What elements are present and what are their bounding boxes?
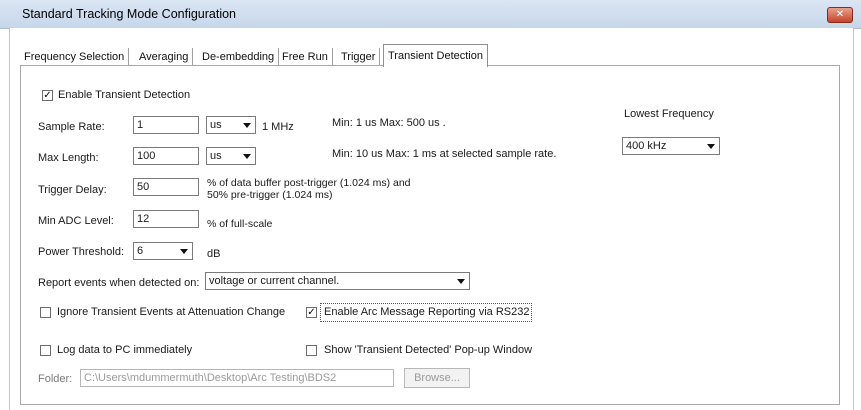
tab-frequency-selection[interactable]: Frequency Selection xyxy=(20,48,130,66)
tab-label: Transient Detection xyxy=(388,50,483,62)
select-value: us xyxy=(210,150,222,162)
enable-transient-label: Enable Transient Detection xyxy=(58,89,191,101)
max-length-range-note: Min: 10 us Max: 1 ms at selected sample … xyxy=(332,148,557,160)
tab-de-embedding[interactable]: De-embedding xyxy=(198,48,280,66)
sample-rate-unit-select[interactable]: us xyxy=(206,116,256,134)
max-length-label: Max Length: xyxy=(38,152,99,164)
select-value: us xyxy=(210,119,222,131)
check-mark-icon: ✓ xyxy=(307,307,316,318)
sample-rate-label: Sample Rate: xyxy=(38,121,105,133)
chevron-down-icon xyxy=(243,123,251,128)
select-value: 400 kHz xyxy=(626,140,667,152)
close-icon: ✕ xyxy=(835,9,845,20)
lowest-frequency-select[interactable]: 400 kHz xyxy=(622,137,720,155)
tab-averaging[interactable]: Averaging xyxy=(135,48,194,66)
trigger-delay-note-line2: 50% pre-trigger (1.024 ms) xyxy=(207,189,333,201)
tab-transient-detection[interactable]: Transient Detection xyxy=(383,44,488,67)
check-mark-icon: ✓ xyxy=(43,90,52,101)
folder-path-input[interactable]: C:\Users\mdummermuth\Desktop\Arc Testing… xyxy=(80,369,394,387)
log-data-checkbox[interactable] xyxy=(40,345,51,356)
show-popup-checkbox[interactable] xyxy=(306,345,317,356)
report-events-select[interactable]: voltage or current channel. xyxy=(205,272,470,290)
power-threshold-select[interactable]: 6 xyxy=(133,242,193,260)
trigger-delay-label: Trigger Delay: xyxy=(38,184,107,196)
ignore-transient-checkbox[interactable] xyxy=(40,307,51,318)
tab-free-run[interactable]: Free Run xyxy=(278,48,333,66)
folder-label: Folder: xyxy=(38,373,73,385)
select-value: 6 xyxy=(137,245,144,257)
tab-label: Free Run xyxy=(282,51,328,63)
min-adc-input[interactable]: 12 xyxy=(133,210,199,228)
tab-label: Frequency Selection xyxy=(24,51,125,63)
chevron-down-icon xyxy=(180,249,188,254)
chevron-down-icon xyxy=(707,144,715,149)
chevron-down-icon xyxy=(243,154,251,159)
sample-rate-input[interactable]: 1 xyxy=(133,116,199,134)
report-events-label: Report events when detected on: xyxy=(38,277,200,289)
browse-button[interactable]: Browse... xyxy=(404,368,470,388)
chevron-down-icon xyxy=(457,279,465,284)
sample-rate-frequency: 1 MHz xyxy=(262,121,294,133)
ignore-transient-label: Ignore Transient Events at Attenuation C… xyxy=(57,306,286,318)
enable-transient-checkbox[interactable]: ✓ xyxy=(42,90,53,101)
window-title: Standard Tracking Mode Configuration xyxy=(22,7,237,21)
tab-trigger[interactable]: Trigger xyxy=(337,48,381,66)
trigger-delay-input[interactable]: 50 xyxy=(133,178,199,196)
tab-label: De-embedding xyxy=(202,51,275,63)
log-data-label: Log data to PC immediately xyxy=(57,344,193,356)
select-value: voltage or current channel. xyxy=(209,275,340,287)
tab-label: Averaging xyxy=(139,51,189,63)
power-threshold-label: Power Threshold: xyxy=(38,246,125,258)
sample-rate-range-note: Min: 1 us Max: 500 us . xyxy=(332,117,446,129)
close-button[interactable]: ✕ xyxy=(827,7,853,23)
max-length-unit-select[interactable]: us xyxy=(206,147,256,165)
lowest-frequency-label: Lowest Frequency xyxy=(624,108,714,120)
tab-label: Trigger xyxy=(341,51,376,63)
enable-arc-checkbox[interactable]: ✓ xyxy=(306,307,317,318)
min-adc-note: % of full-scale xyxy=(207,218,273,230)
enable-arc-label: Enable Arc Message Reporting via RS232 xyxy=(324,306,530,318)
show-popup-label: Show 'Transient Detected' Pop-up Window xyxy=(324,344,533,356)
min-adc-label: Min ADC Level: xyxy=(38,215,114,227)
power-threshold-unit: dB xyxy=(207,248,221,260)
title-bar: Standard Tracking Mode Configuration ✕ xyxy=(0,0,861,29)
max-length-input[interactable]: 100 xyxy=(133,147,199,165)
trigger-delay-note-line1: % of data buffer post-trigger (1.024 ms)… xyxy=(207,177,411,189)
